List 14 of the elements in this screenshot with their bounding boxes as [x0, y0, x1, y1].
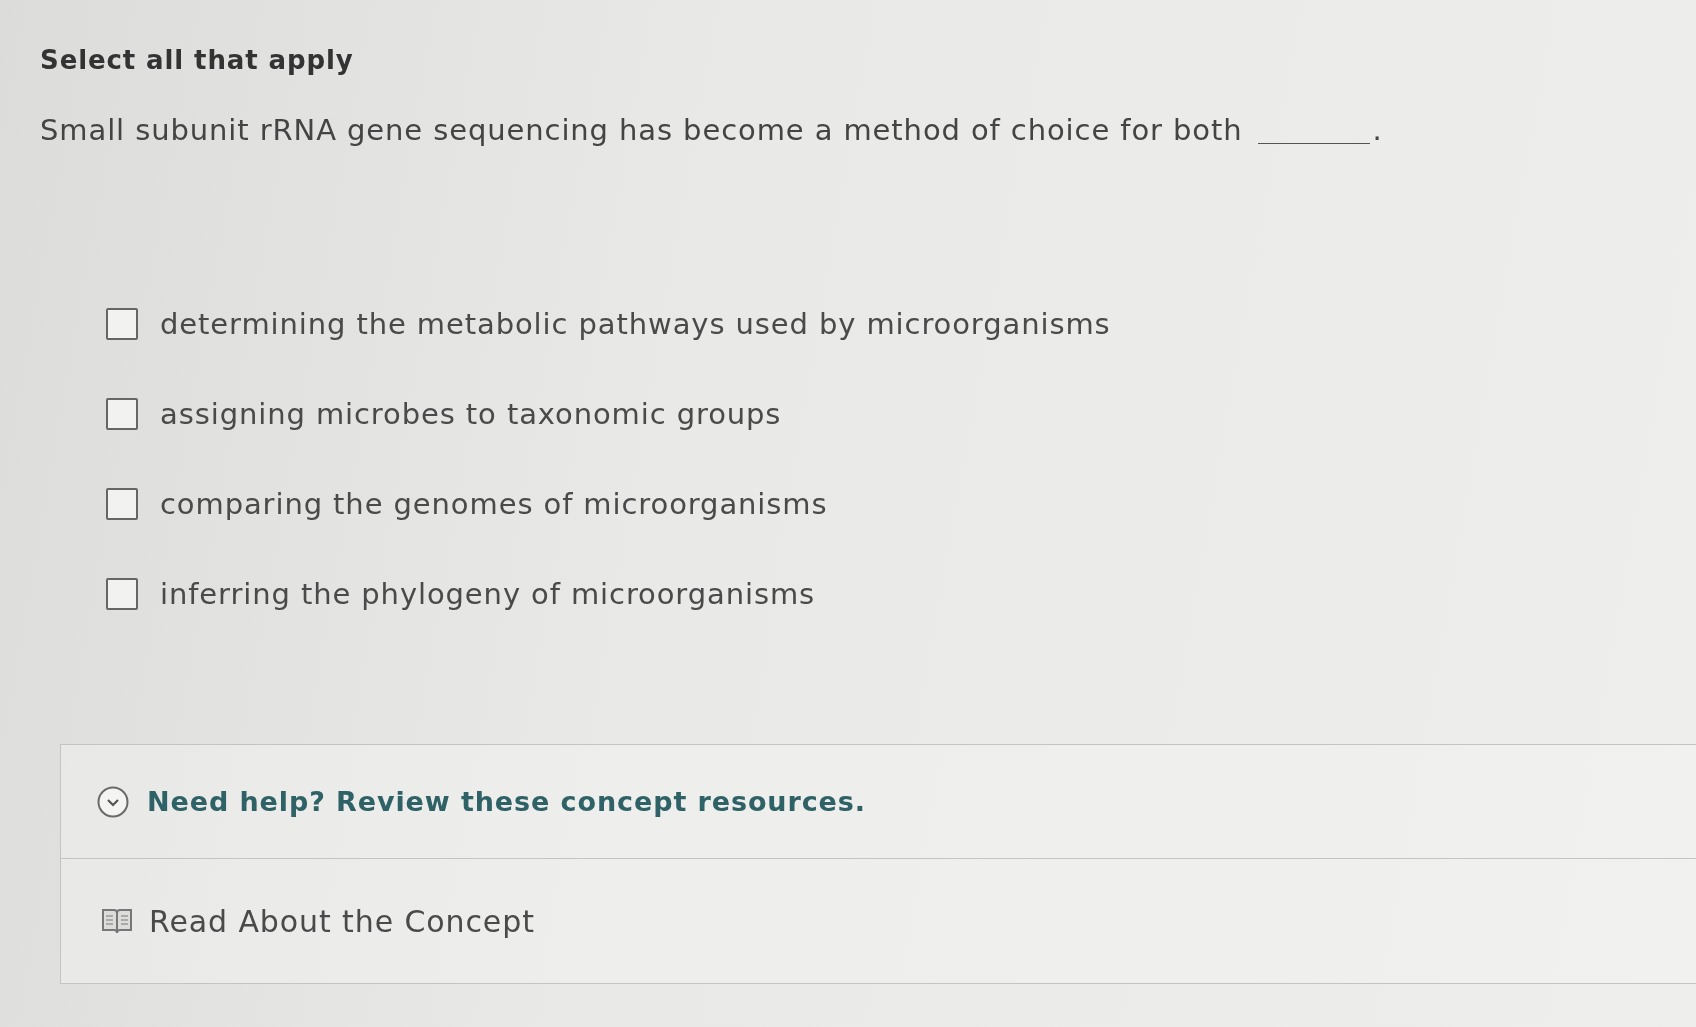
option-label[interactable]: assigning microbes to taxonomic groups	[160, 394, 782, 434]
option-label[interactable]: determining the metabolic pathways used by microorganisms	[160, 304, 1111, 344]
question-text: Small subunit rRNA gene sequencing has become a method of choice for both	[40, 112, 1243, 149]
option-label[interactable]: inferring the phylogeny of microorganisms	[160, 574, 816, 614]
help-toggle-button[interactable]: Need help? Review these concept resources.	[97, 785, 866, 818]
instruction-text: Select all that apply	[40, 44, 354, 77]
checkbox[interactable]	[106, 398, 138, 430]
sentence-period: .	[1372, 112, 1382, 149]
checkbox[interactable]	[106, 308, 138, 340]
checkbox[interactable]	[106, 578, 138, 610]
checkbox[interactable]	[106, 488, 138, 520]
concept-reading-link[interactable]: Read About the Concept	[101, 903, 535, 939]
option-label[interactable]: comparing the genomes of microorganisms	[160, 484, 828, 524]
book-icon	[101, 907, 133, 935]
